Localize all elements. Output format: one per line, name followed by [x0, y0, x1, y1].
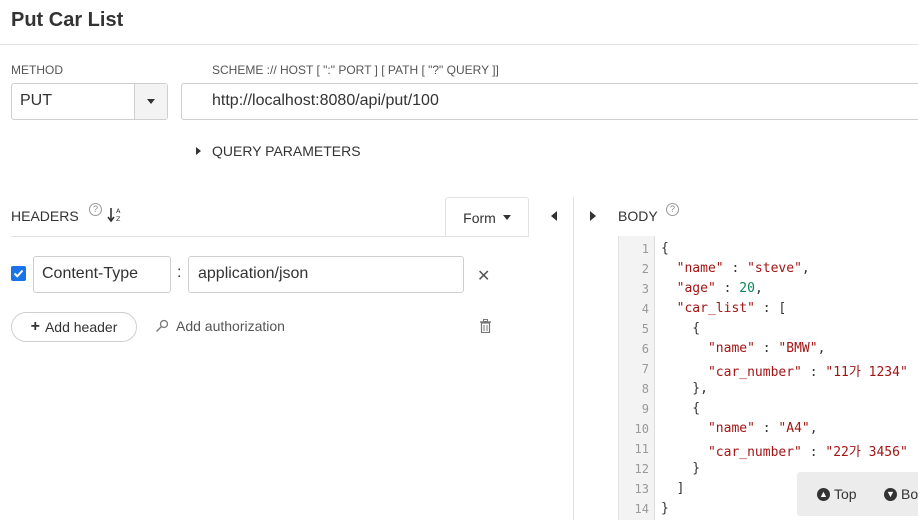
question-circle-icon[interactable]: ? [666, 203, 679, 216]
headers-label: HEADERS [11, 208, 79, 224]
line-number-gutter: 1 2 3 4 5 6 7 8 9 10 11 12 13 14 [619, 236, 655, 520]
code-line: "name" : "A4", [707, 421, 818, 436]
line-number: 9 [641, 402, 649, 416]
method-label: METHOD [11, 63, 63, 77]
body-label: BODY [618, 208, 658, 224]
collapse-left-icon[interactable] [551, 211, 557, 221]
add-authorization-button[interactable]: Add authorization [155, 318, 285, 334]
add-header-button[interactable]: + Add header [11, 312, 137, 342]
key-icon [156, 319, 169, 332]
code-line: "age" : 20, [676, 281, 763, 296]
add-authorization-label: Add authorization [176, 318, 285, 334]
line-number: 5 [641, 322, 649, 336]
expand-right-icon[interactable] [590, 211, 596, 221]
close-icon[interactable]: ✕ [477, 266, 490, 286]
line-number: 4 [641, 302, 649, 316]
question-circle-icon[interactable]: ? [89, 203, 102, 216]
header-name-input[interactable]: Content-Type [33, 256, 171, 293]
scroll-bottom-label: Bo [901, 486, 918, 502]
code-line: }, [661, 381, 708, 396]
title-divider [0, 44, 918, 45]
arrow-down-circle-icon: ▼ [884, 487, 897, 501]
url-input[interactable]: http://localhost:8080/api/put/100 [181, 83, 918, 120]
code-line: } [661, 461, 701, 476]
line-number: 2 [641, 262, 649, 276]
plus-icon: + [30, 318, 40, 335]
line-number: 10 [634, 422, 649, 436]
trash-icon[interactable] [479, 319, 492, 333]
code-line: { [661, 321, 701, 336]
line-number: 7 [641, 362, 649, 376]
headers-divider [11, 236, 529, 237]
line-number: 13 [634, 482, 649, 496]
code-line: "car_number" : "11가 1234" [707, 365, 908, 380]
form-mode-label: Form [463, 209, 496, 226]
code-line: ] [661, 481, 685, 496]
line-number: 12 [634, 462, 649, 476]
code-line: "name" : "BMW", [707, 341, 826, 356]
code-line: } [661, 501, 669, 516]
scroll-top-label: Top [834, 486, 857, 502]
query-parameters-toggle[interactable]: QUERY PARAMETERS [196, 143, 361, 159]
code-line: "car_number" : "22가 3456" [707, 445, 908, 460]
method-value: PUT [20, 92, 52, 109]
checkbox-checked-icon [13, 269, 24, 278]
chevron-down-icon [147, 99, 155, 104]
line-number: 14 [634, 502, 649, 516]
caret-right-icon [196, 147, 201, 155]
svg-text:Z: Z [116, 215, 121, 223]
line-number: 1 [641, 242, 649, 256]
code-line: "car_list" : [ [676, 301, 787, 316]
method-dropdown-button[interactable] [134, 84, 167, 119]
code-line: { [661, 241, 669, 256]
method-select[interactable]: PUT [11, 83, 168, 120]
panel-splitter[interactable] [573, 197, 574, 520]
code-line: "name" : "steve", [676, 261, 810, 276]
arrow-up-circle-icon: ▲ [817, 487, 830, 501]
header-separator: : [177, 264, 182, 281]
scheme-label: SCHEME :// HOST [ ":" PORT ] [ PATH [ "?… [212, 63, 499, 77]
page-title: Put Car List [11, 9, 124, 31]
line-number: 6 [641, 342, 649, 356]
svg-text:A: A [116, 207, 121, 215]
form-mode-button[interactable]: Form [445, 197, 529, 237]
header-value-input[interactable]: application/json [188, 256, 464, 293]
chevron-down-icon [502, 215, 511, 220]
scroll-bottom-button[interactable]: ▼ Bo [884, 486, 918, 502]
code-line: { [661, 401, 701, 416]
add-header-label: Add header [44, 319, 118, 335]
header-enabled-checkbox[interactable] [11, 266, 26, 281]
scroll-nav-bar: ▲ Top ▼ Bo [797, 472, 918, 516]
sort-az-icon[interactable]: A Z [107, 206, 123, 223]
line-number: 11 [634, 442, 649, 456]
query-parameters-label: QUERY PARAMETERS [212, 143, 361, 159]
url-value: http://localhost:8080/api/put/100 [212, 92, 439, 109]
line-number: 3 [641, 282, 649, 296]
scroll-top-button[interactable]: ▲ Top [817, 486, 857, 502]
line-number: 8 [641, 382, 649, 396]
